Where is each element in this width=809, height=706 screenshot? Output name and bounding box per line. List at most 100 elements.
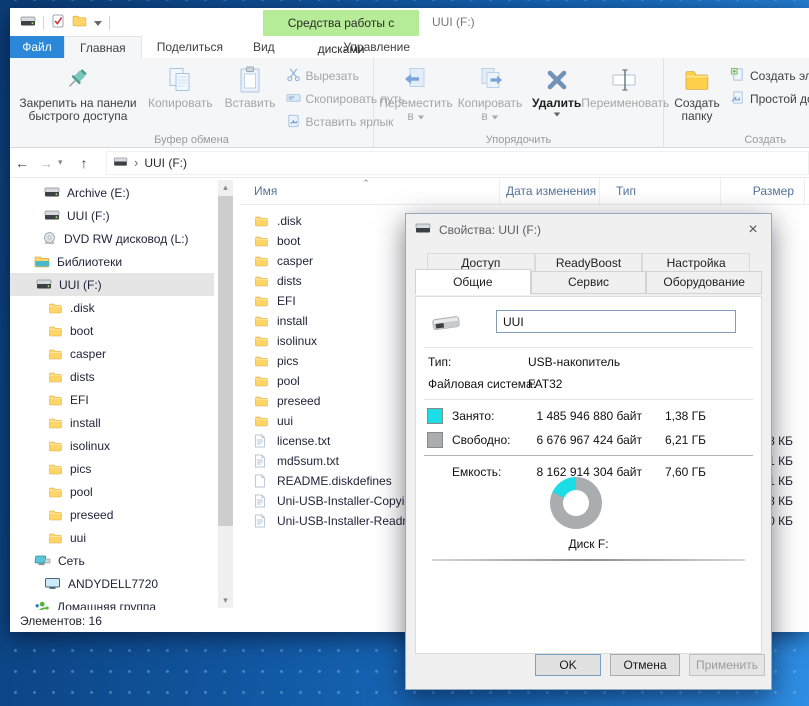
forward-button[interactable]: → bbox=[34, 155, 58, 171]
pin-to-quick-access-button[interactable]: Закрепить на панели быстрого доступа bbox=[14, 60, 142, 123]
qat-customize-chevron-icon[interactable] bbox=[94, 21, 102, 26]
drive-icon[interactable] bbox=[20, 14, 36, 32]
network-icon bbox=[34, 554, 51, 567]
used-label: Занято: bbox=[452, 409, 494, 423]
sidebar-item-label: DVD RW дисковод (L:) bbox=[64, 232, 189, 246]
usb-drive-icon bbox=[428, 309, 466, 340]
sidebar-item[interactable]: DVD RW дисковод (L:) bbox=[10, 227, 214, 250]
window-title: UUI (F:) bbox=[432, 15, 475, 29]
apply-button[interactable]: Применить bbox=[689, 654, 765, 676]
tab-customize[interactable]: Настройка bbox=[642, 253, 750, 273]
breadcrumb[interactable]: › UUI (F:) bbox=[106, 151, 809, 175]
close-icon[interactable]: × bbox=[744, 221, 762, 239]
pin-icon bbox=[65, 63, 91, 97]
sidebar-item[interactable]: UUI (F:) bbox=[10, 204, 214, 227]
paste-button[interactable]: Вставить bbox=[219, 60, 282, 110]
copy-to-icon bbox=[475, 63, 505, 97]
sidebar-item-label: uui bbox=[70, 531, 86, 545]
sidebar-item[interactable]: Сеть bbox=[10, 549, 214, 572]
sidebar-item[interactable]: Archive (E:) bbox=[10, 181, 214, 204]
column-header-size[interactable]: Размер bbox=[721, 178, 805, 204]
sidebar-item[interactable]: casper bbox=[10, 342, 214, 365]
column-header-date[interactable]: Дата изменения bbox=[500, 178, 600, 204]
disk-caption: Диск F: bbox=[416, 537, 761, 551]
sidebar-item-label: boot bbox=[70, 324, 93, 338]
sidebar-item[interactable]: uui bbox=[10, 526, 214, 549]
copy-to-button[interactable]: Копировать в bbox=[454, 60, 526, 123]
tab-hardware[interactable]: Оборудование bbox=[646, 271, 762, 294]
sidebar-item[interactable]: .disk bbox=[10, 296, 214, 319]
sidebar-item[interactable]: EFI bbox=[10, 388, 214, 411]
separator bbox=[424, 399, 753, 400]
tab-share[interactable]: Поделиться bbox=[142, 36, 238, 58]
drive-icon bbox=[415, 223, 431, 237]
scroll-up-icon[interactable]: ▴ bbox=[218, 180, 233, 195]
new-folder-qat-icon[interactable] bbox=[72, 14, 87, 32]
sidebar-item[interactable]: dists bbox=[10, 365, 214, 388]
column-header-type[interactable]: Тип bbox=[600, 178, 721, 204]
delete-button[interactable]: Удалить bbox=[526, 60, 587, 117]
drive-icon bbox=[44, 210, 60, 221]
sidebar-item[interactable]: UUI (F:) bbox=[10, 273, 214, 296]
sidebar-item[interactable]: install bbox=[10, 411, 214, 434]
tab-general[interactable]: Общие bbox=[415, 269, 531, 295]
sidebar-item[interactable]: isolinux bbox=[10, 434, 214, 457]
rename-button[interactable]: Переименовать bbox=[587, 60, 663, 110]
column-header-name[interactable]: Имя bbox=[240, 178, 500, 204]
up-button[interactable]: ↑ bbox=[72, 155, 96, 171]
separator bbox=[432, 559, 745, 561]
free-label: Свободно: bbox=[452, 433, 511, 447]
sidebar-item-label: dists bbox=[70, 370, 95, 384]
chevron-down-icon bbox=[553, 113, 559, 117]
used-bytes: 1 485 946 880 байт bbox=[520, 409, 642, 423]
cancel-button[interactable]: Отмена bbox=[610, 654, 680, 676]
filesystem-label: Файловая система: bbox=[428, 377, 536, 391]
sidebar-item[interactable]: preseed bbox=[10, 503, 214, 526]
new-item-icon bbox=[730, 67, 745, 85]
easy-access-button[interactable]: Простой доступ bbox=[730, 90, 809, 108]
sidebar-item[interactable]: boot bbox=[10, 319, 214, 342]
disk-usage-donut bbox=[550, 477, 602, 529]
new-folder-icon bbox=[683, 63, 711, 97]
dialog-buttons: OK Отмена Применить bbox=[535, 654, 765, 676]
recent-locations-chevron-icon[interactable]: ▾ bbox=[58, 157, 72, 168]
sidebar-item[interactable]: pool bbox=[10, 480, 214, 503]
scroll-down-icon[interactable]: ▾ bbox=[218, 593, 233, 608]
move-to-button[interactable]: Переместить в bbox=[378, 60, 454, 123]
tab-file[interactable]: Файл bbox=[10, 36, 64, 58]
new-folder-button[interactable]: Создать папку bbox=[668, 60, 726, 123]
tab-view[interactable]: Вид bbox=[238, 36, 290, 58]
tab-home[interactable]: Главная bbox=[64, 36, 142, 58]
sidebar-item[interactable]: ANDYDELL7720 bbox=[10, 572, 214, 595]
sidebar-scrollbar[interactable]: ▴ ▾ bbox=[218, 180, 233, 608]
ok-button[interactable]: OK bbox=[535, 654, 601, 676]
disk-tools-contextual-tab[interactable]: Средства работы с дисками bbox=[263, 10, 419, 36]
group-label-new: Создать bbox=[664, 134, 809, 146]
folder-icon bbox=[48, 509, 63, 521]
copy-icon bbox=[165, 63, 195, 97]
delete-icon bbox=[542, 63, 572, 97]
copy-button[interactable]: Копировать bbox=[142, 60, 219, 110]
sidebar-item-label: UUI (F:) bbox=[59, 278, 102, 292]
sort-ascending-icon[interactable]: ˆ bbox=[364, 177, 368, 192]
properties-check-icon[interactable] bbox=[51, 13, 65, 33]
tab-readyboost[interactable]: ReadyBoost bbox=[535, 253, 643, 273]
navigation-pane: Archive (E:) UUI (F:) bbox=[10, 178, 240, 610]
tab-tools[interactable]: Сервис bbox=[531, 271, 647, 294]
copy-path-icon bbox=[286, 90, 301, 108]
move-to-label: Переместить bbox=[379, 97, 453, 110]
sidebar-item[interactable]: Домашняя группа bbox=[10, 595, 214, 610]
new-item-button[interactable]: Создать элемент bbox=[730, 67, 809, 85]
separator bbox=[43, 16, 44, 30]
sidebar-item[interactable]: Библиотеки bbox=[10, 250, 214, 273]
copy-to-label2: в bbox=[481, 110, 487, 123]
move-to-icon bbox=[401, 63, 431, 97]
scrollbar-thumb[interactable] bbox=[218, 196, 233, 526]
sidebar-item[interactable]: pics bbox=[10, 457, 214, 480]
sidebar-item-label: Домашняя группа bbox=[57, 600, 156, 611]
ribbon-group-organize: Переместить в Копировать в Удалить Переи… bbox=[374, 58, 664, 147]
back-button[interactable]: ← bbox=[10, 155, 34, 171]
volume-label-input[interactable] bbox=[496, 310, 736, 333]
paste-label: Вставить bbox=[225, 97, 276, 110]
chevron-down-icon bbox=[491, 116, 497, 120]
